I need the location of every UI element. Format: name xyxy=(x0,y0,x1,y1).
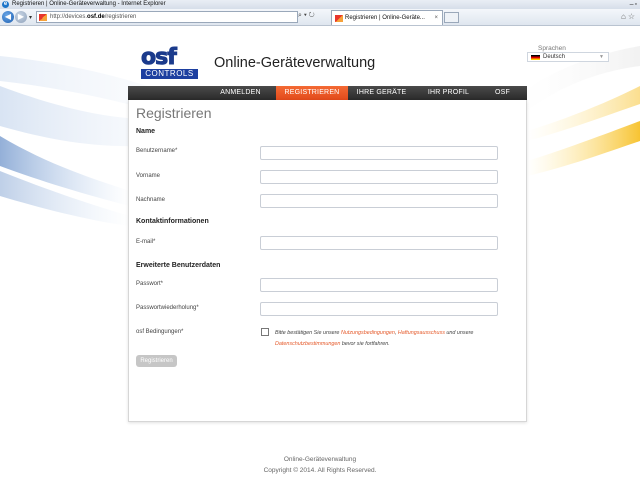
menu-item-osf[interactable]: OSF xyxy=(482,86,523,100)
tab-favicon-icon xyxy=(335,15,343,22)
menu-item-registrieren[interactable]: REGISTRIEREN xyxy=(276,86,348,100)
address-bar[interactable]: http://devices.osf.de/registrieren xyxy=(36,11,298,23)
section-contact-heading: Kontaktinformationen xyxy=(136,218,209,225)
password-input[interactable] xyxy=(260,278,498,292)
logo-letters: osf xyxy=(141,45,178,70)
osf-controls-logo[interactable]: osf CONTROLS xyxy=(141,45,198,80)
password-repeat-input[interactable] xyxy=(260,302,498,316)
browser-right-tools: ⌂☆ xyxy=(621,12,637,21)
terms-text-4: bevor sie fortfahren. xyxy=(340,341,390,347)
search-icon[interactable]: ⌕ xyxy=(298,12,302,19)
close-tab-icon[interactable]: × xyxy=(434,11,438,25)
register-button[interactable]: Registrieren xyxy=(136,355,177,367)
url-domain: osf.de xyxy=(87,14,105,20)
firstname-input[interactable] xyxy=(260,170,498,184)
page-title: Registrieren xyxy=(136,105,212,121)
window-title: Registrieren | Online-Geräteverwaltung -… xyxy=(12,1,166,7)
forward-button[interactable]: ▶ xyxy=(15,11,27,23)
menu-item-ihr-profil[interactable]: IHR PROFIL xyxy=(415,86,482,100)
menu-item-ihre-geraete[interactable]: IHRE GERÄTE xyxy=(348,86,415,100)
terms-text-3: und unsere xyxy=(444,330,474,336)
home-icon[interactable]: ⌂ xyxy=(621,12,628,21)
url-prefix: http://devices. xyxy=(50,14,88,20)
site-favicon-icon xyxy=(39,14,47,21)
main-menu: ANMELDEN REGISTRIEREN IHRE GERÄTE IHR PR… xyxy=(128,86,527,100)
username-label: Benutzername* xyxy=(136,148,178,154)
section-name-heading: Name xyxy=(136,128,156,135)
privacy-policy-link[interactable]: Datenschutzbestimmungen xyxy=(275,341,340,347)
language-label: Sprachen xyxy=(538,45,566,52)
password-label: Passwort* xyxy=(136,281,164,287)
tab-title: Registrieren | Online-Geräte... xyxy=(345,15,425,21)
terms-of-use-link[interactable]: Nutzungsbedingungen xyxy=(341,330,395,336)
terms-text-1: Bitte bestätigen Sie unsere xyxy=(275,330,341,336)
email-input[interactable] xyxy=(260,236,498,250)
terms-text: Bitte bestätigen Sie unsere Nutzungsbedi… xyxy=(275,328,505,350)
password-repeat-label: Passwortwiederholung* xyxy=(136,305,199,311)
chevron-down-icon[interactable]: ▾ xyxy=(304,12,307,19)
terms-label: osf Bedingungen* xyxy=(136,329,184,335)
language-select[interactable]: Deutsch ▼ xyxy=(527,52,609,62)
new-tab-button[interactable] xyxy=(444,12,459,23)
favorites-star-icon[interactable]: ☆ xyxy=(628,12,637,21)
url-path: /registrieren xyxy=(104,14,137,20)
section-extended-heading: Erweiterte Benutzerdaten xyxy=(136,262,221,269)
firstname-label: Vorname xyxy=(136,173,161,179)
back-button[interactable]: ◀ xyxy=(2,11,14,23)
terms-checkbox[interactable] xyxy=(261,328,269,336)
refresh-icon[interactable]: ↻ xyxy=(309,12,315,19)
history-dropdown-icon[interactable]: ▾ xyxy=(29,14,32,21)
window-title-bar: e Registrieren | Online-Geräteverwaltung… xyxy=(0,0,640,9)
chevron-down-icon: ▼ xyxy=(599,54,604,60)
browser-tab[interactable]: Registrieren | Online-Geräte... × xyxy=(331,10,443,25)
disclaimer-link[interactable]: Haftungsausschuss xyxy=(398,330,445,336)
username-input[interactable] xyxy=(260,146,498,160)
lastname-label: Nachname xyxy=(136,197,166,203)
language-value: Deutsch xyxy=(543,54,566,60)
logo-subtitle: CONTROLS xyxy=(141,69,198,79)
footer-title: Online-Geräteverwaltung xyxy=(283,456,357,463)
internet-explorer-icon: e xyxy=(2,1,9,8)
email-label: E-mail* xyxy=(136,239,156,245)
site-title: Online-Geräteverwaltung xyxy=(214,55,376,71)
browser-toolbar: ◀ ▶ ▾ http://devices.osf.de/registrieren… xyxy=(0,9,640,26)
lastname-input[interactable] xyxy=(260,194,498,208)
window-controls[interactable]: –▫ xyxy=(630,0,638,9)
address-tools[interactable]: ⌕ ▾ ↻ xyxy=(298,12,315,20)
german-flag-icon xyxy=(531,55,540,60)
menu-item-anmelden[interactable]: ANMELDEN xyxy=(205,86,276,100)
footer-copyright: Copyright © 2014. All Rights Reserved. xyxy=(263,467,377,474)
